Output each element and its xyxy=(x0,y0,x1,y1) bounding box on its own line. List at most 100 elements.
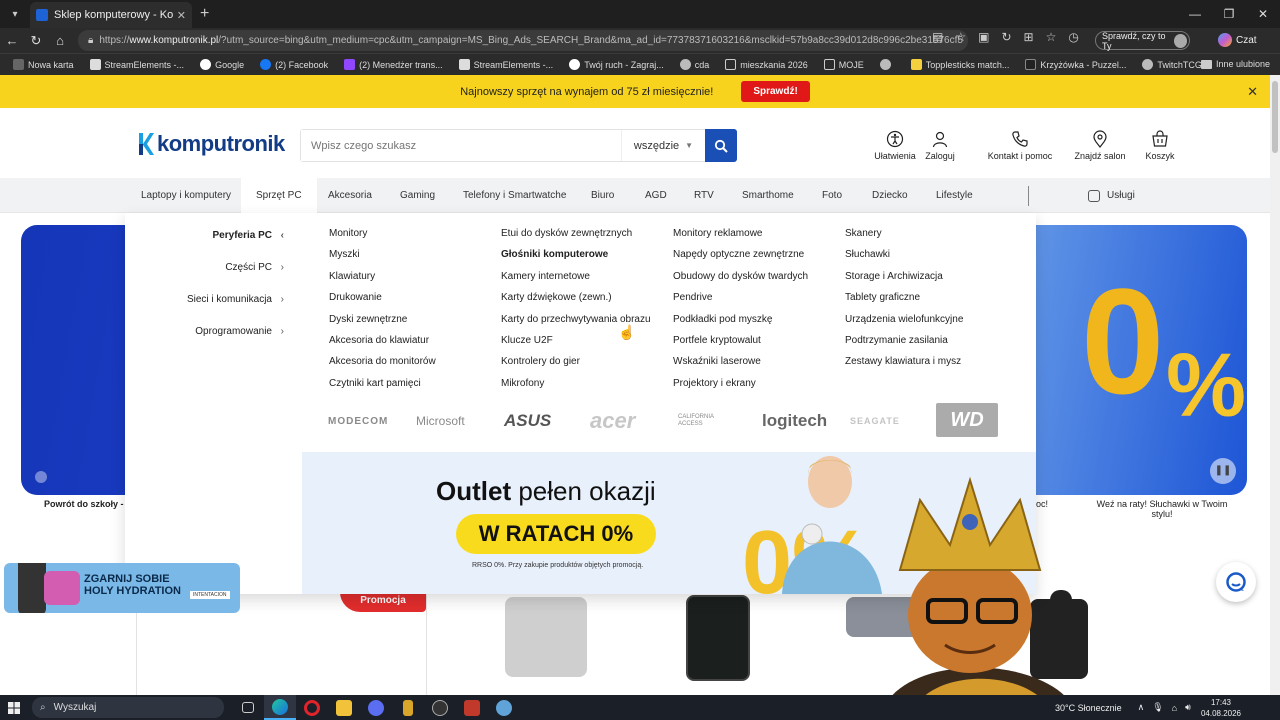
category-kids[interactable]: Dziecko xyxy=(872,178,908,213)
maximize-icon[interactable]: ❐ xyxy=(1212,0,1246,28)
category-pc-hardware[interactable]: Sprzęt PC xyxy=(241,178,317,213)
submenu-peripherals[interactable]: Peryferia PC ‹ xyxy=(213,230,284,241)
brand-logo-logitech[interactable]: logitech xyxy=(762,403,827,439)
search-button[interactable] xyxy=(705,129,737,162)
other-favorites[interactable]: Inne ulubione xyxy=(1200,59,1270,69)
category-laptops[interactable]: Laptopy i komputery xyxy=(141,178,231,213)
home-icon[interactable]: ⌂ xyxy=(48,33,72,48)
category-office[interactable]: Biuro xyxy=(591,178,614,213)
bookmark-item[interactable]: Twój ruch - Zagraj... xyxy=(562,59,671,70)
login-button[interactable]: Zaloguj xyxy=(922,130,958,161)
hero-caption-left[interactable]: Powrót do szkoły - d xyxy=(44,499,132,509)
menu-link[interactable]: Czytniki kart pamięci xyxy=(329,376,436,397)
bookmark-item[interactable]: StreamElements -... xyxy=(452,59,561,70)
favorite-star-icon[interactable]: ☆ xyxy=(955,30,966,44)
app-icon-blue[interactable] xyxy=(488,695,520,720)
menu-link-hovered[interactable]: Głośniki komputerowe xyxy=(501,247,651,268)
bookmark-item[interactable]: cda xyxy=(673,59,717,70)
brand-logo-modecom[interactable]: MODECOM xyxy=(328,403,388,439)
taskbar-search[interactable]: ⌕ Wyszukaj xyxy=(32,697,224,718)
opera-app-icon[interactable] xyxy=(296,695,328,720)
menu-link[interactable]: Klawiatury xyxy=(329,269,436,290)
menu-link[interactable]: Dyski zewnętrzne xyxy=(329,312,436,333)
bookmark-item[interactable]: (2) Menedżer trans... xyxy=(337,59,450,70)
start-button[interactable] xyxy=(0,695,28,720)
bookmark-item[interactable]: (2) Facebook xyxy=(253,59,335,70)
volume-icon[interactable]: 🔊︎ xyxy=(1185,702,1191,713)
menu-link[interactable]: Słuchawki xyxy=(845,247,963,268)
menu-link[interactable]: Akcesoria do klawiatur xyxy=(329,333,436,354)
menu-link[interactable]: Kamery internetowe xyxy=(501,269,651,290)
menu-link[interactable]: Urządzenia wielofunkcyjne xyxy=(845,312,963,333)
category-rtv[interactable]: RTV xyxy=(694,178,714,213)
category-photo[interactable]: Foto xyxy=(822,178,842,213)
scrollbar-thumb[interactable] xyxy=(1272,81,1278,153)
app-icon-red[interactable] xyxy=(456,695,488,720)
tab-actions-icon[interactable]: ▾ xyxy=(4,3,26,25)
chat-button[interactable] xyxy=(1216,562,1256,602)
search-scope-select[interactable]: wszędzie ▼ xyxy=(621,130,705,161)
extension-icon[interactable]: ▣ xyxy=(978,30,989,44)
copilot-button[interactable]: Czat xyxy=(1218,33,1257,47)
bookmark-item[interactable]: Krzyżówka - Puzzel... xyxy=(1018,59,1133,70)
menu-link[interactable]: Myszki xyxy=(329,247,436,268)
menu-link[interactable]: Skanery xyxy=(845,226,963,247)
bookmark-item[interactable] xyxy=(873,59,902,70)
new-tab-icon[interactable]: + xyxy=(200,5,209,23)
menu-link[interactable]: Karty dźwiękowe (zewn.) xyxy=(501,290,651,311)
menu-link[interactable]: Obudowy do dysków twardych xyxy=(673,269,808,290)
brand-logo-microsoft[interactable]: Microsoft xyxy=(416,403,465,439)
obs-app-icon[interactable] xyxy=(424,695,456,720)
promo-close-icon[interactable]: ✕ xyxy=(1247,84,1258,100)
page-scrollbar[interactable] xyxy=(1270,75,1280,695)
menu-link[interactable]: Napędy optyczne zewnętrzne xyxy=(673,247,808,268)
submenu-networking[interactable]: Sieci i komunikacja › xyxy=(187,294,284,305)
split-screen-icon[interactable]: ⊞ xyxy=(1024,30,1034,44)
menu-link[interactable]: Projektory i ekrany xyxy=(673,376,808,397)
menu-link[interactable]: Tablety graficzne xyxy=(845,290,963,311)
search-input[interactable] xyxy=(301,130,621,161)
network-icon[interactable]: ⌂ xyxy=(1172,703,1177,713)
category-gaming[interactable]: Gaming xyxy=(400,178,435,213)
menu-link[interactable]: Storage i Archiwizacja xyxy=(845,269,963,290)
brand-logo-asus[interactable]: ASUS xyxy=(504,403,551,439)
close-window-icon[interactable]: ✕ xyxy=(1246,0,1280,28)
app-icon[interactable] xyxy=(392,695,424,720)
menu-link[interactable]: Etui do dysków zewnętrznych xyxy=(501,226,651,247)
reader-icon[interactable]: ▤ xyxy=(932,30,943,44)
product-image-dji[interactable] xyxy=(505,597,587,677)
menu-link[interactable]: Monitory reklamowe xyxy=(673,226,808,247)
product-image-redmi[interactable] xyxy=(686,595,750,681)
menu-link[interactable]: Pendrive xyxy=(673,290,808,311)
category-phones[interactable]: Telefony i Smartwatche xyxy=(463,178,566,213)
ad-info-icon[interactable] xyxy=(35,471,47,483)
menu-link[interactable]: Mikrofony xyxy=(501,376,651,397)
url-field[interactable]: 🔒︎ https://www.komputronik.pl/?utm_sourc… xyxy=(78,30,968,51)
contact-button[interactable]: Kontakt i pomoc xyxy=(982,130,1058,161)
tab-close-icon[interactable]: ✕ xyxy=(177,9,186,22)
back-icon[interactable]: ← xyxy=(0,33,24,48)
refresh-icon[interactable]: ↻ xyxy=(24,33,48,49)
edge-app-icon[interactable] xyxy=(264,695,296,720)
category-accessories[interactable]: Akcesoria xyxy=(328,178,372,213)
menu-link[interactable]: Zestawy klawiatura i mysz xyxy=(845,354,963,375)
menu-link[interactable]: Akcesoria do monitorów xyxy=(329,354,436,375)
submenu-pc-parts[interactable]: Części PC › xyxy=(225,262,284,273)
explorer-app-icon[interactable] xyxy=(328,695,360,720)
bookmark-item[interactable]: TwitchTCG xyxy=(1135,59,1209,70)
bookmark-folder[interactable]: mieszkania 2026 xyxy=(718,59,815,70)
brand-logo-california-access[interactable]: CALIFORNIA ACCESS xyxy=(678,403,738,439)
task-view-icon[interactable] xyxy=(232,695,264,720)
accessibility-button[interactable]: Ułatwienia xyxy=(868,130,922,161)
bookmark-item[interactable]: Nowa karta xyxy=(6,59,81,70)
refresh-page-icon[interactable]: ↻ xyxy=(1001,30,1011,44)
brand-logo-seagate[interactable]: SEAGATE xyxy=(850,403,900,439)
services-link[interactable]: Usługi xyxy=(1088,178,1135,213)
promo-check-button[interactable]: Sprawdź! xyxy=(741,81,810,102)
find-store-button[interactable]: Znajdź salon xyxy=(1072,130,1128,161)
brand-logo-wd[interactable]: WD xyxy=(936,403,998,437)
microphone-icon[interactable]: 🎙︎ xyxy=(1152,702,1163,713)
bookmark-item[interactable]: Topplesticks match... xyxy=(904,59,1017,70)
category-appliances[interactable]: AGD xyxy=(645,178,667,213)
category-smarthome[interactable]: Smarthome xyxy=(742,178,794,213)
